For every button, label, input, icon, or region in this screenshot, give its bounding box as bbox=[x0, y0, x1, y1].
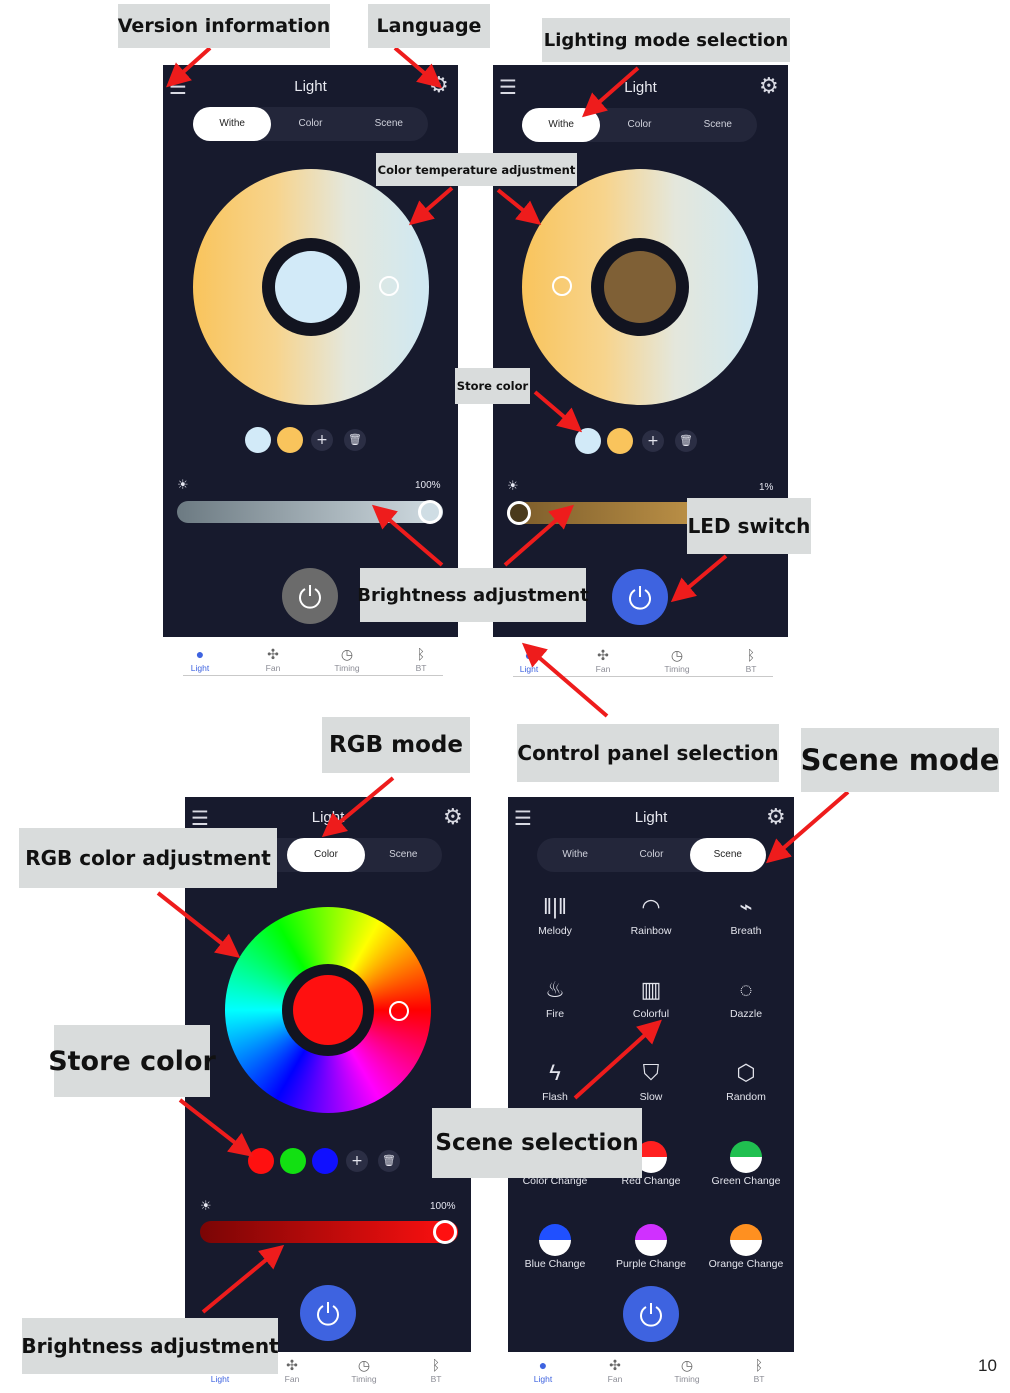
callout-language: Language bbox=[368, 4, 490, 48]
arrow bbox=[178, 1098, 254, 1157]
arrow bbox=[573, 1019, 662, 1100]
callout-brightness-adjustment-top: Brightness adjustment bbox=[357, 568, 589, 622]
arrow bbox=[765, 790, 850, 864]
arrow bbox=[371, 504, 444, 567]
callout-lighting-mode-selection: Lighting mode selection bbox=[542, 18, 790, 62]
arrow bbox=[201, 1244, 285, 1314]
callout-led-switch: LED switch bbox=[687, 498, 811, 554]
page-number: 10 bbox=[978, 1356, 997, 1375]
callout-brightness-adjustment-bottom: Brightness adjustment bbox=[21, 1318, 279, 1374]
callout-store-color-large: Store color bbox=[48, 1025, 216, 1097]
callout-scene-mode: Scene mode bbox=[801, 728, 999, 792]
callout-version-information: Version information bbox=[118, 4, 330, 48]
arrow bbox=[393, 46, 443, 89]
arrow bbox=[166, 46, 212, 88]
arrow bbox=[670, 554, 728, 603]
arrow bbox=[581, 66, 640, 118]
callout-color-temperature-adjustment: Color temperature adjustment bbox=[376, 153, 577, 186]
callout-store-color-small: Store color bbox=[455, 368, 530, 404]
arrow bbox=[533, 390, 583, 433]
callout-control-panel-selection: Control panel selection bbox=[517, 724, 779, 782]
callout-rgb-color-adjustment: RGB color adjustment bbox=[19, 828, 277, 888]
annotation-arrows bbox=[156, 46, 850, 1314]
arrow bbox=[503, 504, 575, 567]
callout-scene-selection: Scene selection bbox=[432, 1108, 642, 1178]
arrow bbox=[408, 186, 454, 226]
callout-rgb-mode: RGB mode bbox=[322, 717, 470, 773]
arrow bbox=[321, 776, 395, 838]
arrow bbox=[156, 891, 241, 958]
arrow bbox=[496, 188, 542, 226]
arrow bbox=[521, 642, 609, 718]
